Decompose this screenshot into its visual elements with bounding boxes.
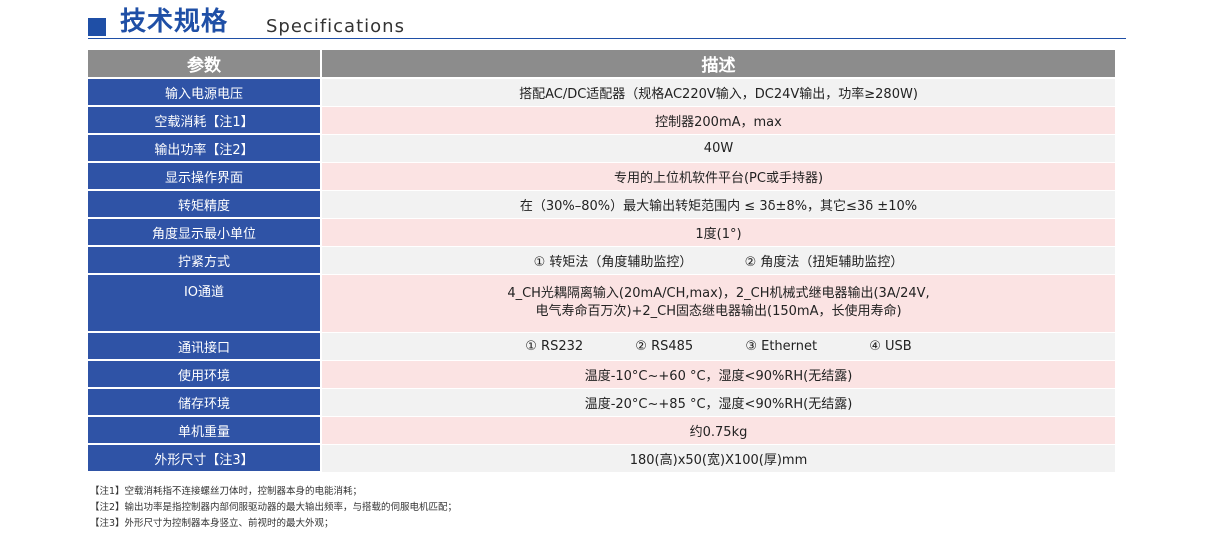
interface-option: ④ USB	[869, 338, 912, 354]
row-param: IO通道	[88, 274, 322, 333]
tightening-method-option: ② 角度法（扭矩辅助监控）	[744, 254, 904, 270]
row-param: 角度显示最小单位	[88, 218, 322, 247]
interface-option: ③ Ethernet	[745, 338, 818, 354]
tightening-method-option: ① 转矩法（角度辅助监控）	[533, 254, 693, 270]
row-param: 外形尺寸【注3】	[88, 444, 322, 473]
table-row: 拧紧方式 ① 转矩法（角度辅助监控） ② 角度法（扭矩辅助监控）	[88, 246, 1115, 275]
row-desc: 温度-20°C~+85 °C，湿度<90%RH(无结露)	[321, 388, 1115, 417]
row-param: 输出功率【注2】	[88, 134, 322, 163]
row-desc: ① 转矩法（角度辅助监控） ② 角度法（扭矩辅助监控）	[321, 246, 1115, 275]
row-param: 使用环境	[88, 360, 322, 389]
table-row: 单机重量 约0.75kg	[88, 416, 1115, 445]
row-desc: 180(高)x50(宽)X100(厚)mm	[321, 444, 1115, 473]
table-row: 转矩精度 在（30%–80%）最大输出转矩范围内 ≤ 3δ±8%，其它≤3δ ±…	[88, 190, 1115, 219]
footnotes: 【注1】空载消耗指不连接螺丝刀体时，控制器本身的电能消耗； 【注2】输出功率是指…	[90, 484, 457, 532]
page-title: 技术规格	[120, 7, 229, 37]
row-desc: 40W	[321, 134, 1115, 163]
page-subtitle: Specifications	[266, 16, 405, 37]
spec-table: 参数 描述 输入电源电压 搭配AC/DC适配器（规格AC220V输入，DC24V…	[88, 50, 1115, 473]
row-desc: 控制器200mA，max	[321, 106, 1115, 135]
column-header-param: 参数	[88, 50, 322, 79]
column-header-desc: 描述	[321, 50, 1115, 79]
table-row: 外形尺寸【注3】 180(高)x50(宽)X100(厚)mm	[88, 444, 1115, 473]
io-desc-line: 电气寿命百万次)+2_CH固态继电器输出(150mA，长使用寿命)	[535, 304, 902, 319]
table-row: 空载消耗【注1】 控制器200mA，max	[88, 106, 1115, 135]
row-param: 显示操作界面	[88, 162, 322, 191]
row-desc: 专用的上位机软件平台(PC或手持器)	[321, 162, 1115, 191]
section-header: 技术规格 Specifications	[88, 6, 1126, 39]
footnote: 【注1】空载消耗指不连接螺丝刀体时，控制器本身的电能消耗；	[90, 486, 363, 497]
row-param: 通讯接口	[88, 332, 322, 361]
row-desc: 温度-10°C~+60 °C，湿度<90%RH(无结露)	[321, 360, 1115, 389]
row-desc: 约0.75kg	[321, 416, 1115, 445]
row-param: 输入电源电压	[88, 78, 322, 107]
row-param: 单机重量	[88, 416, 322, 445]
table-header-row: 参数 描述	[88, 50, 1115, 79]
row-param: 拧紧方式	[88, 246, 322, 275]
interface-option: ② RS485	[635, 338, 694, 354]
row-desc: 1度(1°)	[321, 218, 1115, 247]
table-row: 使用环境 温度-10°C~+60 °C，湿度<90%RH(无结露)	[88, 360, 1115, 389]
table-row: 输出功率【注2】 40W	[88, 134, 1115, 163]
interface-option: ① RS232	[525, 338, 584, 354]
row-param: 转矩精度	[88, 190, 322, 219]
io-desc-line: 4_CH光耦隔离输入(20mA/CH,max)，2_CH机械式继电器输出(3A/…	[507, 286, 930, 301]
footnote: 【注2】输出功率是指控制器内部伺服驱动器的最大输出频率，与搭载的伺服电机匹配；	[90, 502, 458, 513]
table-row: 储存环境 温度-20°C~+85 °C，湿度<90%RH(无结露)	[88, 388, 1115, 417]
row-param: 空载消耗【注1】	[88, 106, 322, 135]
title-square-marker	[88, 18, 106, 36]
row-desc: 4_CH光耦隔离输入(20mA/CH,max)，2_CH机械式继电器输出(3A/…	[321, 274, 1115, 333]
row-desc: 在（30%–80%）最大输出转矩范围内 ≤ 3δ±8%，其它≤3δ ±10%	[321, 190, 1115, 219]
table-row: 输入电源电压 搭配AC/DC适配器（规格AC220V输入，DC24V输出，功率≥…	[88, 78, 1115, 107]
header-divider	[88, 38, 1126, 39]
table-row: 角度显示最小单位 1度(1°)	[88, 218, 1115, 247]
footnote: 【注3】外形尺寸为控制器本身竖立、前视时的最大外观；	[90, 518, 334, 529]
table-row: IO通道 4_CH光耦隔离输入(20mA/CH,max)，2_CH机械式继电器输…	[88, 274, 1115, 333]
row-param: 储存环境	[88, 388, 322, 417]
table-row: 显示操作界面 专用的上位机软件平台(PC或手持器)	[88, 162, 1115, 191]
row-desc: ① RS232 ② RS485 ③ Ethernet ④ USB	[321, 332, 1115, 361]
row-desc: 搭配AC/DC适配器（规格AC220V输入，DC24V输出，功率≥280W)	[321, 78, 1115, 107]
table-row: 通讯接口 ① RS232 ② RS485 ③ Ethernet ④ USB	[88, 332, 1115, 361]
